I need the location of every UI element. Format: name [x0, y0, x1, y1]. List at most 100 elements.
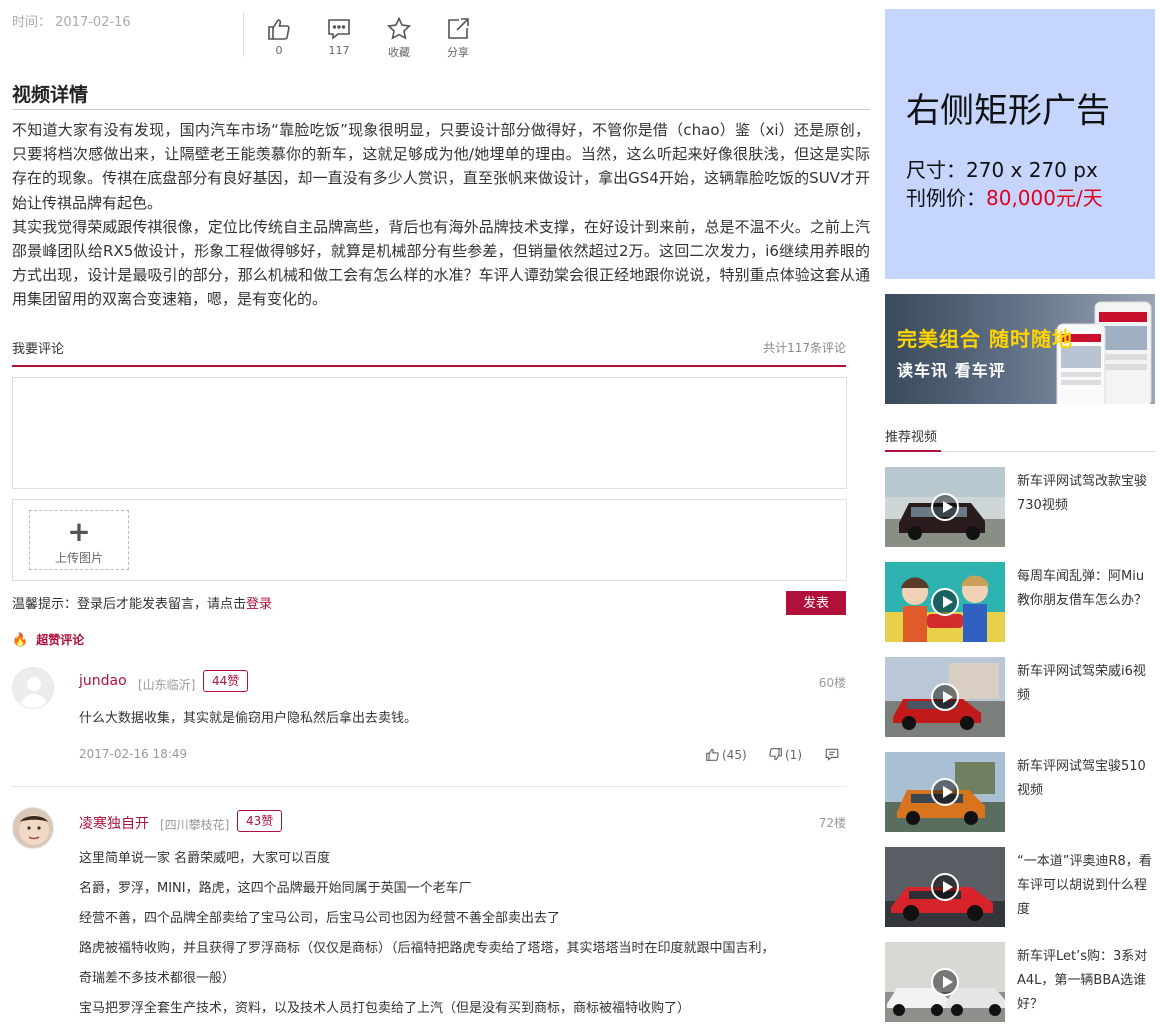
divider — [243, 12, 244, 57]
comment-date: 2017-02-16 18:49 — [79, 747, 188, 761]
recommend-title: 推荐视频 — [885, 430, 938, 445]
likes-badge: 43赞 — [237, 810, 283, 832]
play-icon — [931, 683, 959, 711]
play-icon — [931, 968, 959, 996]
recommend-item-title: 新车评网试驾荣威i6视频 — [1017, 664, 1146, 703]
share-icon — [448, 18, 469, 39]
video-thumbnail — [885, 562, 1005, 642]
comment-text: 这里简单说一家 名爵荣威吧，大家可以百度 名爵，罗浮，MINI，路虎，这四个品牌… — [79, 844, 775, 1024]
video-description: 不知道大家有没有发现，国内汽车市场“靠脸吃饭”现象很明显，只要设计部分做得好，不… — [12, 118, 870, 312]
avatar[interactable] — [12, 807, 54, 849]
favorite-label: 收藏 — [388, 46, 410, 59]
video-thumbnail — [885, 467, 1005, 547]
star-icon — [386, 16, 412, 40]
comment-header-rule — [12, 365, 846, 367]
favorite-button[interactable]: 收藏 — [379, 16, 419, 60]
play-icon — [931, 873, 959, 901]
play-icon — [931, 778, 959, 806]
comment-count: 117 — [328, 44, 350, 57]
upload-area: + 上传图片 — [12, 499, 847, 581]
reply-icon — [825, 748, 839, 761]
play-icon — [931, 493, 959, 521]
play-icon — [931, 588, 959, 616]
comment-username[interactable]: 凌寒独自开 — [79, 813, 149, 833]
recommend-item[interactable]: “一本道”评奥迪R8，看车评可以胡说到什么程度 — [885, 847, 1155, 927]
comment-username[interactable]: jundao — [79, 673, 127, 689]
hot-label: 超赞评论 — [36, 633, 85, 647]
floor-number: 60楼 — [818, 676, 846, 690]
comment-text: 什么大数据收集，其实就是偷窃用户隐私然后拿出去卖钱。 — [79, 704, 417, 734]
comment-form-title: 我要评论 — [12, 342, 65, 357]
comment-line: 什么大数据收集，其实就是偷窃用户隐私然后拿出去卖钱。 — [79, 711, 418, 726]
thumb-up-icon — [706, 748, 719, 761]
upload-image-button[interactable]: + 上传图片 — [29, 510, 129, 570]
title-divider — [12, 109, 870, 110]
upload-label: 上传图片 — [54, 551, 103, 565]
tip-text: 温馨提示：登录后才能发表留言，请点击 — [12, 597, 247, 612]
comment-header: 我要评论 共计117条评论 — [12, 338, 846, 357]
like-button[interactable]: 0 — [259, 16, 299, 57]
recommend-item-title: 新车评网试驾改款宝骏730视频 — [1017, 474, 1148, 513]
rectangle-ad[interactable]: 右侧矩形广告 尺寸：270 x 270 px 刊例价：80,000元/天 — [885, 9, 1155, 279]
floor-number: 72楼 — [818, 816, 846, 830]
avatar[interactable] — [12, 667, 54, 709]
ad-price: 刊例价：80,000元/天 — [906, 182, 1103, 211]
video-thumbnail — [885, 847, 1005, 927]
recommend-item[interactable]: 每周车闻乱弹：阿Miu教你朋友借车怎么办？ — [885, 562, 1155, 642]
ad-price-value: 80,000元/天 — [986, 186, 1103, 210]
comment-textarea[interactable] — [12, 377, 847, 489]
fire-icon: 🔥 — [12, 633, 29, 648]
user-avatar-icon — [13, 808, 53, 848]
comment-line: 这里简单说一家 名爵荣威吧，大家可以百度 — [79, 851, 331, 866]
comment-like-count: (45) — [722, 748, 747, 762]
recommend-item[interactable]: 新车评网试驾改款宝骏730视频 — [885, 467, 1155, 547]
comment-location: [山东临沂] — [138, 678, 196, 692]
default-avatar-icon — [13, 668, 53, 708]
ad-title: 右侧矩形广告 — [906, 91, 1110, 131]
ad-size: 尺寸：270 x 270 px — [906, 158, 1098, 182]
comment-line: 宝马把罗浮全套生产技术，资料，以及技术人员打包卖给了上汽（但是没有买到商标，商标… — [79, 1001, 691, 1016]
like-count: 0 — [275, 44, 283, 57]
ad-price-label: 刊例价： — [906, 186, 986, 210]
thumb-up-icon — [268, 19, 290, 40]
share-button[interactable]: 分享 — [438, 16, 478, 60]
comment-location: [四川攀枝花] — [160, 818, 230, 832]
share-label: 分享 — [447, 46, 469, 59]
comment-dislike-count: (1) — [785, 748, 802, 762]
hot-comments-heading: 🔥 超赞评论 — [12, 631, 84, 648]
comment-dislike-button[interactable]: (1) — [768, 747, 802, 762]
recommend-item-title: “一本道”评奥迪R8，看车评可以胡说到什么程度 — [1017, 854, 1152, 917]
video-thumbnail — [885, 657, 1005, 737]
publish-button[interactable]: 发表 — [786, 591, 846, 615]
login-link[interactable]: 登录 — [246, 597, 272, 612]
recommend-item-title: 新车评网试驾宝骏510视频 — [1017, 759, 1146, 798]
main-content: 时间： 2017-02-16 0 117 收藏 分享 视频详情 不知道大家有没有… — [12, 0, 870, 1030]
login-tip: 温馨提示：登录后才能发表留言，请点击登录 — [12, 593, 272, 612]
banner-subline: 读车讯 看车评 — [897, 361, 1006, 380]
banner-headline: 完美组合 随时随地 — [897, 327, 1073, 351]
description-paragraph: 不知道大家有没有发现，国内汽车市场“靠脸吃饭”现象很明显，只要设计部分做得好，不… — [12, 121, 870, 212]
likes-badge: 44赞 — [203, 670, 249, 692]
comment-line: 名爵，罗浮，MINI，路虎，这四个品牌最开始同属于英国一个老车厂 — [79, 881, 472, 896]
plus-icon: + — [67, 515, 91, 548]
recommend-item[interactable]: 新车评Let’s购：3系对A4L，第一辆BBA选谁好？ — [885, 942, 1155, 1022]
app-banner-ad[interactable]: 完美组合 随时随地 读车讯 看车评 — [885, 294, 1155, 404]
comment-reply-button[interactable] — [824, 747, 842, 762]
comment-like-button[interactable]: (45) — [705, 747, 747, 762]
time-label: 时间： — [12, 15, 52, 30]
video-thumbnail — [885, 752, 1005, 832]
publish-time: 时间： 2017-02-16 — [12, 11, 131, 30]
comment-button[interactable]: 117 — [319, 16, 359, 57]
comment-icon — [328, 19, 350, 40]
time-value: 2017-02-16 — [55, 15, 131, 30]
recommend-item-title: 每周车闻乱弹：阿Miu教你朋友借车怎么办？ — [1017, 569, 1148, 608]
recommend-item[interactable]: 新车评网试驾宝骏510视频 — [885, 752, 1155, 832]
video-thumbnail — [885, 942, 1005, 1022]
section-title: 视频详情 — [12, 84, 89, 106]
comment-line: 经营不善，四个品牌全部卖给了宝马公司，后宝马公司也因为经营不善全部卖出去了 — [79, 911, 561, 926]
recommend-rule-accent — [885, 450, 941, 452]
description-paragraph: 其实我觉得荣威跟传祺很像，定位比传统自主品牌高些，背后也有海外品牌技术支撑，在好… — [12, 217, 870, 309]
recommend-item[interactable]: 新车评网试驾荣威i6视频 — [885, 657, 1155, 737]
comment-divider — [12, 786, 846, 787]
comment-line: 奇瑞差不多技术都很一般） — [79, 971, 236, 986]
